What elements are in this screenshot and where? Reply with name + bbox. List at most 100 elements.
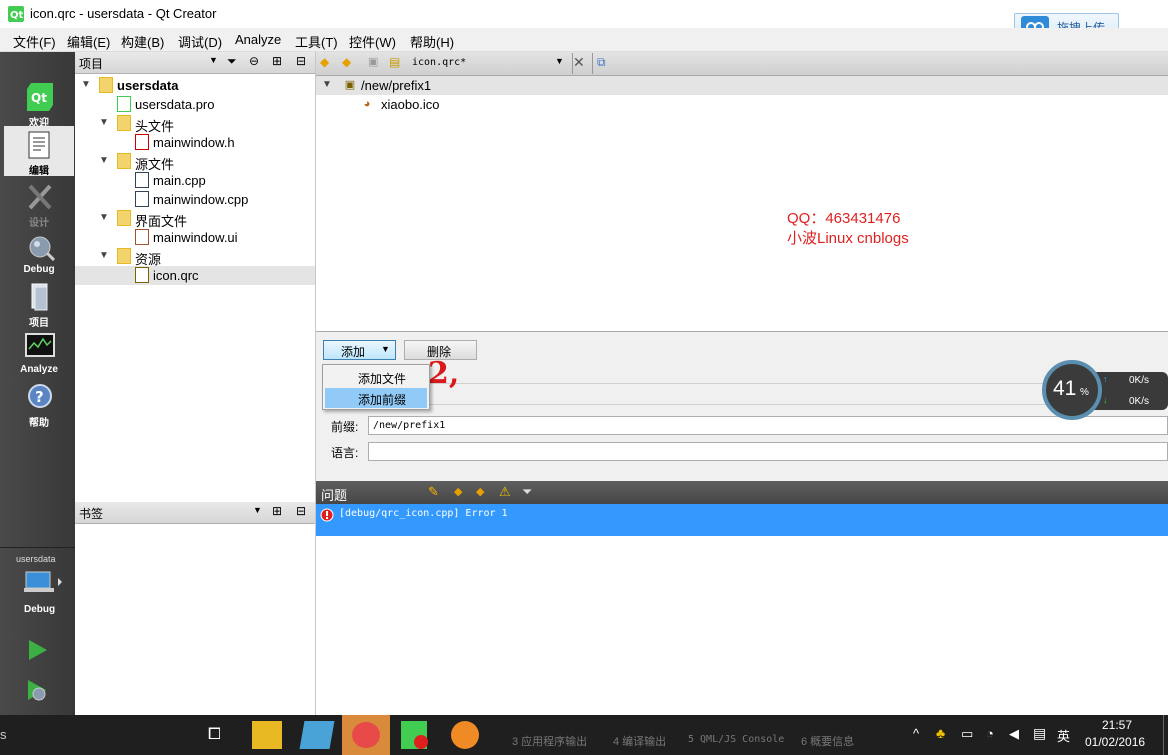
project-tree-label: mainwindow.cpp [153,192,249,207]
debug-run-button-icon[interactable] [26,678,52,704]
issue-text: [debug/qrc_icon.cpp] Error 1 [339,508,508,519]
ime-icon[interactable]: ▤ [1033,725,1046,742]
project-tree-item[interactable]: ▼ 源文件 [75,152,315,172]
menu-add-files[interactable]: 添加文件 [325,367,427,387]
unlocked-icon: ▣ [368,56,379,68]
project-tree-item[interactable]: usersdata.pro [75,95,315,114]
output-tab-4[interactable]: 4 编译输出 [613,733,666,749]
project-tree-item[interactable]: icon.qrc [75,266,315,285]
project-tree-item[interactable]: ▼ usersdata [75,76,315,95]
qq-tray-icon[interactable]: ♣ [936,725,945,741]
clock-time[interactable]: 21:57 [1102,718,1132,732]
sync-link-icon[interactable]: ⊖ [249,54,259,68]
menu-debug[interactable]: 调试(D) [178,32,222,51]
watermark-qq: QQ：463431476 [787,210,901,227]
add-dropdown-button[interactable]: 添加 ▼ [323,340,396,360]
memory-percent-unit: % [1080,387,1089,398]
resource-file-row[interactable]: ◕ xiaobo.ico [316,95,1168,114]
next-issue-icon[interactable]: ◆ [476,485,484,498]
project-tree-item[interactable]: mainwindow.h [75,133,315,152]
run-button-icon[interactable] [27,638,49,662]
expand-arrow-icon[interactable]: ▼ [322,79,334,91]
output-tab-3[interactable]: 3 应用程序输出 [512,733,587,749]
output-tab-6[interactable]: 6 概要信息 [801,733,854,749]
issues-filter-icon[interactable]: ⏷ [522,484,532,500]
warning-filter-icon[interactable]: ⚠ [499,484,511,500]
bookmarks-selector-arrow-icon[interactable]: ▼ [253,505,262,515]
expand-arrow-icon[interactable]: ▼ [99,250,111,262]
ime-language[interactable]: 英 [1057,726,1070,745]
qt-logo-icon: Qt [27,83,53,111]
red-annotation: 2, [428,356,460,391]
project-tree-item[interactable]: ▼ 头文件 [75,114,315,134]
project-tree-item[interactable]: mainwindow.ui [75,228,315,247]
tray-expand-icon[interactable]: ^ [913,726,919,741]
close-pane-icon[interactable]: ⊟ [296,54,306,68]
mode-design[interactable]: 设计 [4,178,74,229]
usb-tray-icon[interactable]: ▭ [961,726,973,742]
output-tab-5[interactable]: 5 QML/JS Console [688,734,784,745]
resource-prefix-row[interactable]: ▼ ▣ /new/prefix1 [316,76,1168,95]
form-folder-icon [117,210,131,226]
resource-file-label: xiaobo.ico [381,97,440,112]
fruit-app-icon[interactable] [352,722,380,748]
expand-arrow-icon[interactable]: ▼ [99,155,111,167]
prev-issue-icon[interactable]: ◆ [454,485,462,498]
mode-analyze[interactable]: Analyze [4,328,74,378]
menu-tools[interactable]: 工具(T) [295,32,338,51]
menu-build[interactable]: 构建(B) [121,32,164,51]
menu-help[interactable]: 帮助(H) [410,32,454,51]
mode-debug[interactable]: Debug [4,228,74,278]
issue-row[interactable]: [debug/qrc_icon.cpp] Error 1 [316,504,1168,536]
app-icon[interactable] [299,721,335,749]
clean-issues-icon[interactable]: ✎ [428,484,439,500]
watermark-blog: 小波Linux cnblogs [787,230,909,247]
filter-icon[interactable]: ⏷ [227,54,237,69]
close-document-icon[interactable]: ✕ [573,54,585,71]
volume-icon[interactable]: ◀ [1009,726,1019,742]
task-view-icon[interactable]: ⧠ [208,726,221,744]
bookmarks-close-icon[interactable]: ⊟ [296,504,306,518]
menu-edit[interactable]: 编辑(E) [67,32,110,51]
lock-folder-icon: ▣ [344,79,356,91]
mode-help-label: 帮助 [29,418,49,429]
project-tree-item[interactable]: main.cpp [75,171,315,190]
expand-arrow-icon[interactable]: ▼ [99,117,111,129]
svg-text:Qt: Qt [31,91,47,105]
mode-help[interactable]: ? 帮助 [4,378,74,429]
forward-arrow-icon[interactable]: ◆ [342,55,351,69]
menu-file[interactable]: 文件(F) [13,32,56,51]
document-name[interactable]: icon.qrc* [412,57,466,68]
mode-projects[interactable]: 项目 [4,278,74,329]
back-arrow-icon[interactable]: ◆ [320,55,329,69]
menu-widgets[interactable]: 控件(W) [349,32,396,51]
project-pane-title: 项目 [79,57,104,71]
language-input[interactable] [368,442,1168,461]
split-view-icon[interactable]: ⧉ [597,55,606,70]
target-config: Debug [24,604,56,615]
bookmarks-split-icon[interactable]: ⊞ [272,504,282,518]
mode-design-label: 设计 [29,218,49,229]
file-explorer-icon[interactable] [252,721,282,749]
edit-document-icon [28,131,50,159]
expand-arrow-icon[interactable]: ▼ [99,212,111,224]
mode-bar: Qt 欢迎 编辑 设计 Debug 项目 Analyze ? 帮助 usersd… [0,52,75,715]
wifi-icon[interactable]: ◔ [986,726,994,741]
pane-selector-arrow-icon[interactable]: ▼ [209,55,218,65]
project-tree-label: mainwindow.ui [153,230,238,245]
project-tree-item[interactable]: mainwindow.cpp [75,190,315,209]
mode-welcome[interactable]: Qt 欢迎 [4,78,74,129]
expand-arrow-icon[interactable]: ▼ [81,79,93,91]
mode-edit[interactable]: 编辑 [4,126,74,177]
orange-app-icon[interactable] [451,721,479,749]
menu-add-prefix[interactable]: 添加前缀 [325,388,427,408]
target-kit-selector[interactable] [24,570,64,596]
split-icon[interactable]: ⊞ [272,54,282,68]
network-speed-widget[interactable]: 41 % ↑ 0K/s ↓ 0K/s [1042,360,1168,421]
show-desktop-strip[interactable] [1163,715,1164,755]
project-tree-item[interactable]: ▼ 界面文件 [75,209,315,229]
project-tree-item[interactable]: ▼ 资源 [75,247,315,267]
clock-date[interactable]: 01/02/2016 [1085,735,1145,749]
document-dropdown-icon[interactable]: ▼ [555,56,564,66]
menu-analyze[interactable]: Analyze [235,32,281,47]
